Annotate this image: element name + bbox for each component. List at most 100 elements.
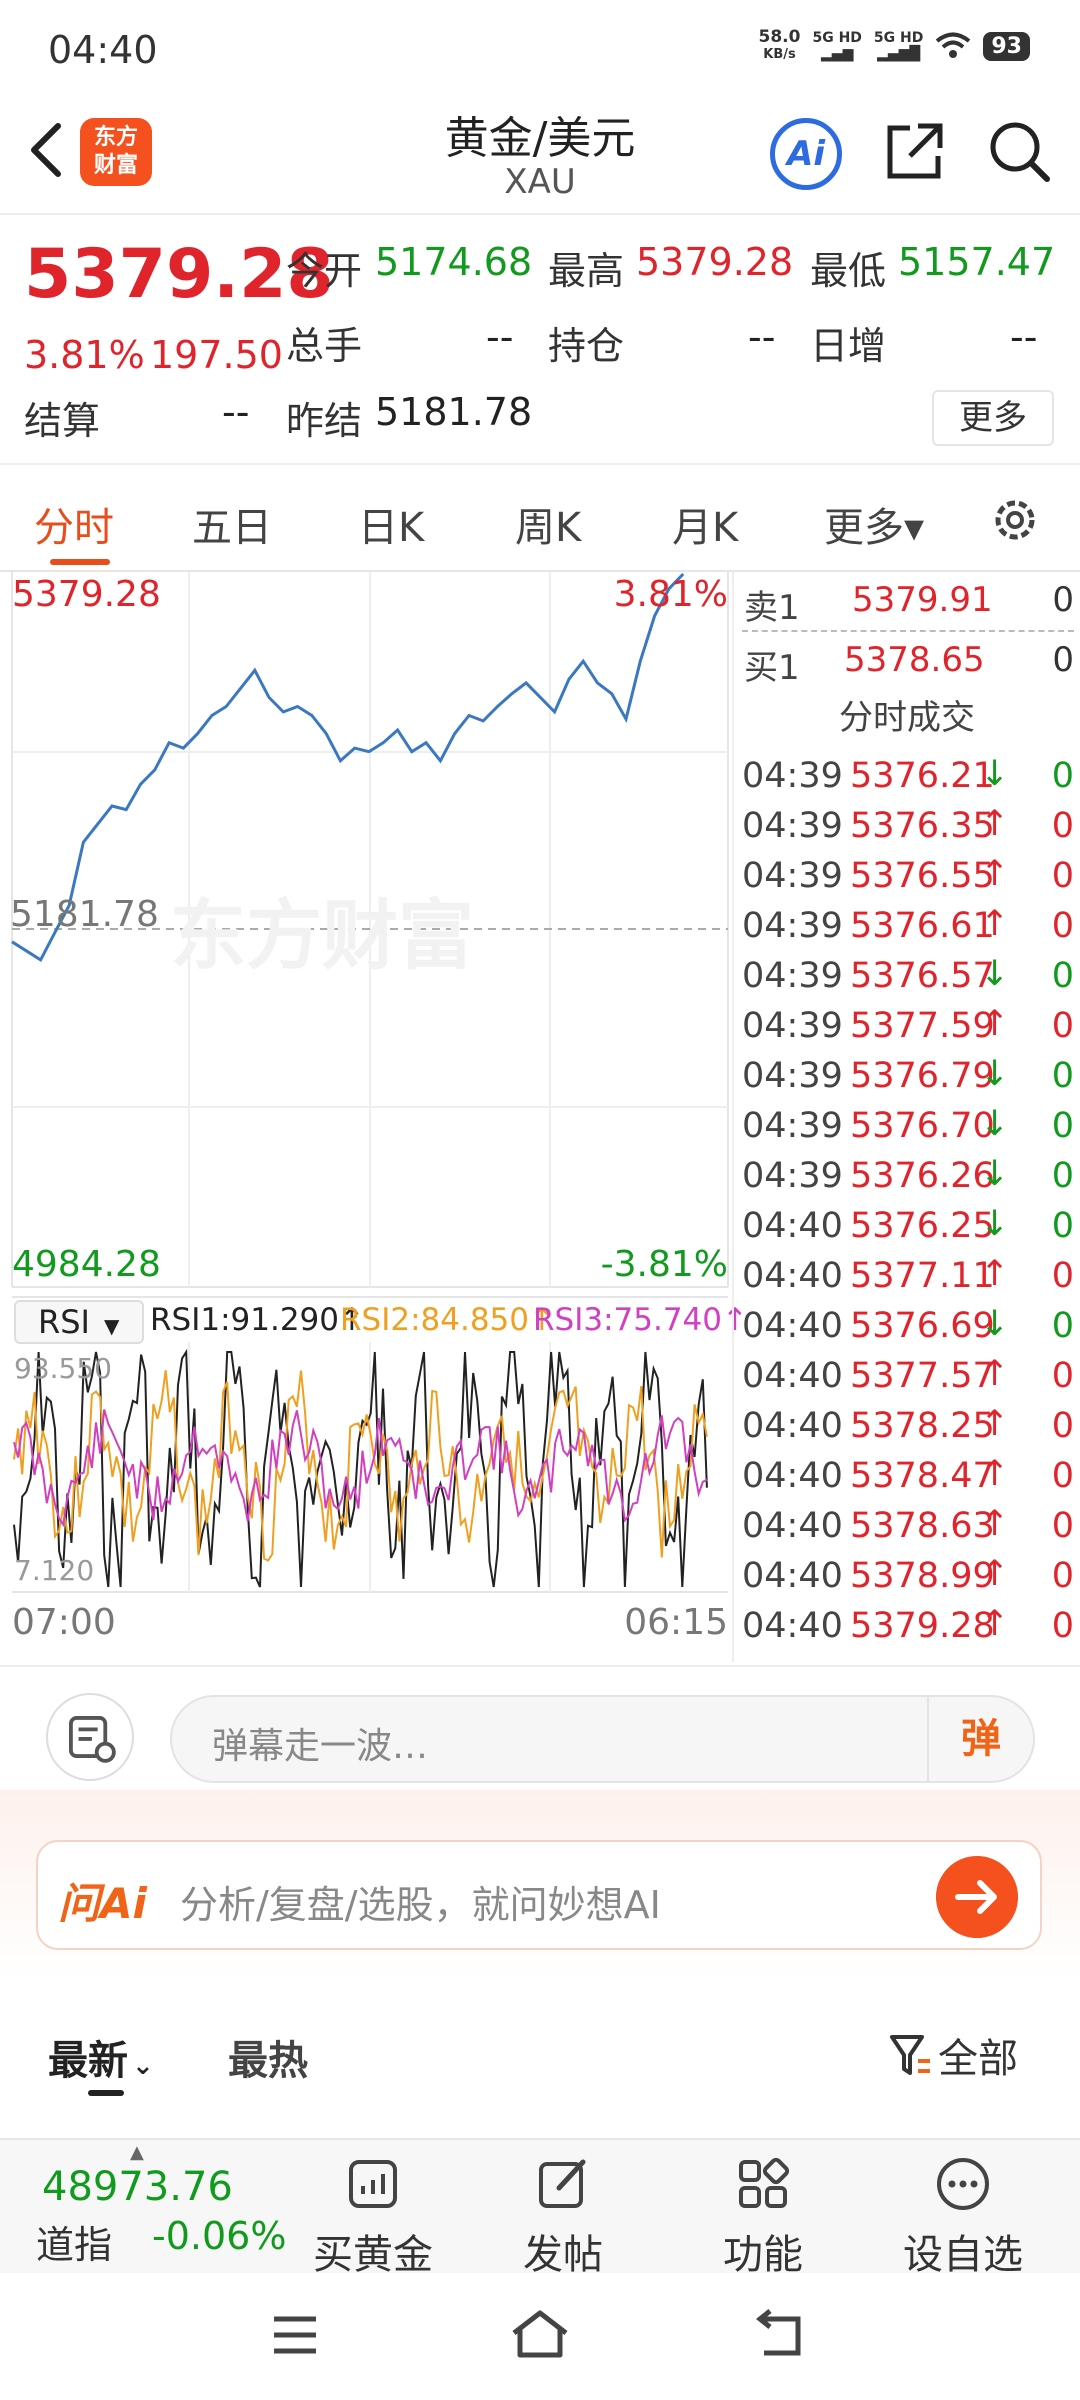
chart-grid [11,572,729,1593]
trade-row: 04:40 5378.63 ↑ 0 [742,1500,1074,1550]
arrow-right-icon[interactable] [936,1856,1018,1938]
trade-direction-icon: ↓ [980,1204,1010,1244]
chart-mid-price: 5181.78 [10,894,159,935]
chart-svg: 东方财富 [11,572,729,1593]
chevron-down-icon: ⌄ [132,2051,154,2081]
trade-qty: 0 [1051,956,1074,996]
trade-price: 5376.70 [850,1106,995,1146]
trade-time: 04:40 [742,1456,843,1496]
time-start: 07:00 [12,1602,116,1643]
tab-weekly-k[interactable]: 周K [515,495,581,553]
trade-price: 5376.55 [850,856,995,896]
trade-row: 04:39 5376.35 ↑ 0 [742,800,1074,850]
trade-qty: 0 [1051,806,1074,846]
tab-latest[interactable]: 最新 ⌄ [48,2028,154,2086]
danmu-input[interactable]: 弹幕走一波… 弹 [170,1695,1035,1783]
chart-tabs: 分时 五日 日K 周K 月K 更多▾ [0,467,1080,572]
intraday-chart[interactable]: 东方财富 5379.28 3.81% 5181.78 4984.28 -3.81… [10,572,748,1662]
index-value[interactable]: 48973.76 [42,2164,233,2210]
tab-intraday[interactable]: 分时 [34,495,114,553]
gear-icon[interactable] [988,493,1042,547]
chevron-up-icon[interactable]: ▲ [130,2142,144,2163]
index-label: 道指 [36,2223,113,2267]
share-icon[interactable] [882,118,948,184]
low-value: 5157.47 [898,240,1056,284]
trade-direction-icon: ↑ [980,1004,1010,1044]
search-icon[interactable] [986,118,1052,184]
more-button[interactable]: 更多 [932,390,1054,446]
trade-qty: 0 [1051,756,1074,796]
rsi-min: 7.120 [14,1554,95,1587]
trade-qty: 0 [1051,1256,1074,1296]
tab-daily-k[interactable]: 日K [358,495,424,553]
trade-direction-icon: ↑ [980,1354,1010,1394]
trade-row: 04:40 5377.57 ↑ 0 [742,1350,1074,1400]
trade-direction-icon: ↑ [980,1604,1010,1644]
time-end: 06:15 [624,1602,728,1643]
indicator-select[interactable]: RSI ▼ [14,1300,144,1344]
trade-price: 5376.57 [850,956,995,996]
open-interest-label: 持仓 [548,324,625,368]
trade-row: 04:39 5376.21 ↓ 0 [742,750,1074,800]
header: 东方财富 黄金/美元 XAU Ai [0,90,1080,215]
bottom-bar: ▲ 48973.76 道指 -0.06% 买黄金 发帖 功能 设自选 [0,2138,1080,2278]
trade-time: 04:39 [742,906,843,946]
change-percent: 3.81% [24,333,145,377]
trade-price: 5379.28 [850,1606,995,1646]
tab-more[interactable]: 更多▾ [824,495,924,553]
trade-row: 04:40 5376.69 ↓ 0 [742,1300,1074,1350]
functions-button[interactable]: 功能 [688,2154,838,2280]
ai-section: 问Ai 分析/复盘/选股，就问妙想AI [0,1790,1080,1980]
post-button[interactable]: 发帖 [488,2154,638,2280]
rsi2-value: RSI2:84.850↑ [340,1302,555,1338]
danmu-settings-icon[interactable] [46,1693,134,1781]
danmu-send-button[interactable]: 弹 [927,1697,1033,1781]
home-icon[interactable] [508,2309,572,2361]
ai-search-bar[interactable]: 问Ai 分析/复盘/选股，就问妙想AI [36,1840,1042,1950]
trade-price: 5378.25 [850,1406,995,1446]
trade-time: 04:40 [742,1606,843,1646]
sim2-signal-icon: 5G HD ▂▄▆█ [873,30,924,62]
trade-row: 04:39 5376.55 ↑ 0 [742,850,1074,900]
chart-top-price: 5379.28 [12,574,161,615]
trade-time: 04:40 [742,1406,843,1446]
menu-icon[interactable] [270,2313,320,2357]
trade-time: 04:39 [742,956,843,996]
trade-time: 04:39 [742,806,843,846]
trade-direction-icon: ↓ [980,1104,1010,1144]
buy-gold-button[interactable]: 买黄金 [298,2154,448,2280]
status-bar: 04:40 58.0 KB/s 5G HD ▂▄▆ 5G HD ▂▄▆█ 93 [0,0,1080,90]
trade-time: 04:40 [742,1206,843,1246]
trade-time: 04:39 [742,856,843,896]
trade-price: 5376.35 [850,806,995,846]
change-amount: 197.50 [150,333,283,377]
trade-direction-icon: ↑ [980,854,1010,894]
trade-time: 04:39 [742,1106,843,1146]
trade-row: 04:40 5378.47 ↑ 0 [742,1450,1074,1500]
chart-icon [349,2160,397,2208]
tab-monthly-k[interactable]: 月K [672,495,738,553]
trade-time: 04:39 [742,756,843,796]
trade-row: 04:40 5378.99 ↑ 0 [742,1550,1074,1600]
ai-icon[interactable]: Ai [770,118,842,190]
tab-five-day[interactable]: 五日 [192,495,272,553]
trade-price: 5378.63 [850,1506,995,1546]
trade-time: 04:40 [742,1256,843,1296]
trade-time: 04:39 [742,1006,843,1046]
trade-price: 5377.59 [850,1006,995,1046]
trade-row: 04:40 5378.25 ↑ 0 [742,1400,1074,1450]
sim1-signal-icon: 5G HD ▂▄▆ [812,30,862,62]
back-nav-icon[interactable] [752,2309,808,2361]
ask1-row: 卖1 5379.91 0 [744,580,1074,628]
filter-button[interactable]: 全部 [888,2026,1018,2084]
trade-direction-icon: ↓ [980,954,1010,994]
tab-hot[interactable]: 最热 [228,2028,308,2086]
trade-qty: 0 [1051,1006,1074,1046]
trade-direction-icon: ↑ [980,1504,1010,1544]
trade-price: 5376.21 [850,756,995,796]
trade-qty: 0 [1051,1306,1074,1346]
prev-settle-label: 昨结 [286,399,363,443]
trade-direction-icon: ↓ [980,754,1010,794]
add-watchlist-button[interactable]: 设自选 [888,2154,1038,2280]
trade-price: 5376.79 [850,1056,995,1096]
